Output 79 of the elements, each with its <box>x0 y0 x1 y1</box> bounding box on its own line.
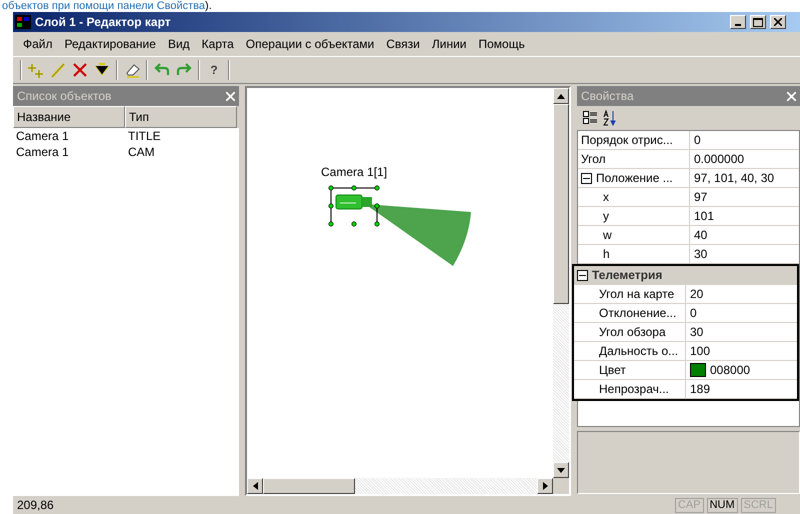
arrow-down-icon <box>557 468 565 472</box>
close-icon[interactable] <box>787 92 796 100</box>
document-link[interactable]: Свойства <box>156 0 206 12</box>
property-value[interactable]: 30 <box>694 245 708 263</box>
menu-item[interactable]: Вид <box>162 33 196 55</box>
property-value[interactable]: 189 <box>690 380 710 398</box>
column-header[interactable]: Тип <box>125 106 237 128</box>
scrollbar-thumb[interactable] <box>553 104 569 304</box>
menu-item[interactable]: Файл <box>17 33 59 55</box>
scroll-left-button[interactable] <box>247 478 263 494</box>
property-value[interactable]: 0 <box>694 131 701 149</box>
property-name: Угол <box>581 151 606 168</box>
pencil-icon[interactable] <box>50 62 66 78</box>
camera-icon[interactable] <box>336 194 372 210</box>
property-value[interactable]: 30 <box>690 323 704 341</box>
category-name: Телеметрия <box>592 267 662 284</box>
collapse-icon[interactable] <box>581 172 592 184</box>
property-name: h <box>603 246 610 263</box>
property-value[interactable]: 100 <box>690 342 710 360</box>
maximize-icon <box>753 18 763 26</box>
property-name: Угол обзора <box>599 324 666 341</box>
delete-icon[interactable] <box>72 62 88 78</box>
panel-title: Список объектов <box>17 88 112 105</box>
property-name: y <box>603 208 609 225</box>
menu-item[interactable]: Карта <box>196 33 240 55</box>
menu-item[interactable]: Операции с объектами <box>240 33 380 55</box>
scrollbar-thumb[interactable] <box>263 478 355 494</box>
scroll-right-button[interactable] <box>537 478 553 494</box>
app-icon <box>15 15 31 29</box>
property-name: Порядок отрис... <box>581 132 673 149</box>
arrow-left-icon <box>252 482 258 490</box>
arrow-up-icon <box>557 94 565 98</box>
property-value: 008000 <box>710 362 750 379</box>
menu-item[interactable]: Линии <box>426 33 472 55</box>
maximize-button[interactable] <box>750 15 766 29</box>
color-swatch[interactable] <box>690 363 706 377</box>
property-value[interactable]: 0 <box>690 304 697 322</box>
column-header[interactable]: Название <box>13 106 125 128</box>
menu-item[interactable]: Редактирование <box>58 33 162 55</box>
panel-title: Свойства <box>581 88 634 105</box>
property-name: Дальность о... <box>599 343 678 360</box>
scroll-down-button[interactable] <box>553 462 569 478</box>
property-name: Отклонение... <box>599 305 676 322</box>
scrollbar-corner <box>553 478 569 494</box>
scroll-up-button[interactable] <box>553 88 569 104</box>
window-title: Слой 1 - Редактор карт <box>35 14 172 31</box>
collapse-icon[interactable] <box>577 270 588 280</box>
camera-label: Camera 1[1] <box>321 164 388 181</box>
cursor-coordinates: 209,86 <box>17 497 54 514</box>
minimize-button[interactable] <box>730 15 746 29</box>
property-value[interactable]: 20 <box>690 285 704 303</box>
eraser-icon[interactable] <box>124 62 140 78</box>
close-icon[interactable] <box>226 92 235 100</box>
property-value[interactable]: 40 <box>694 226 708 244</box>
property-value[interactable]: 97, 101, 40, 30 <box>694 169 774 187</box>
property-name: w <box>603 227 612 244</box>
help-button[interactable]: ? <box>203 59 225 81</box>
document-text: объектов при помощи панели Свойства). <box>2 0 212 12</box>
property-name: Угол на карте <box>599 286 674 303</box>
menu-item[interactable]: Помощь <box>472 33 531 55</box>
property-name: Цвет <box>599 362 626 379</box>
table-cell-text: Camera 1 <box>15 128 70 144</box>
table-cell-text: TITLE <box>127 128 162 144</box>
property-name: x <box>603 189 609 206</box>
menu-item[interactable]: Связи <box>380 33 426 55</box>
property-name: Положение ... <box>596 170 673 187</box>
property-value[interactable]: 97 <box>694 188 708 206</box>
categorized-icon[interactable] <box>583 111 597 125</box>
status-indicator: NUM <box>706 498 738 512</box>
table-cell-text: Camera 1 <box>15 144 70 160</box>
arrow-right-icon <box>542 482 548 490</box>
property-value[interactable]: 0.000000 <box>694 150 744 168</box>
close-button[interactable] <box>770 15 786 29</box>
close-icon <box>774 18 782 26</box>
sort-alphabetical-icon[interactable] <box>603 110 617 126</box>
selection-frame[interactable] <box>328 186 380 226</box>
property-value[interactable]: 101 <box>694 207 714 225</box>
property-name: Непрозрач... <box>599 381 669 398</box>
table-cell-text: CAM <box>127 144 156 160</box>
